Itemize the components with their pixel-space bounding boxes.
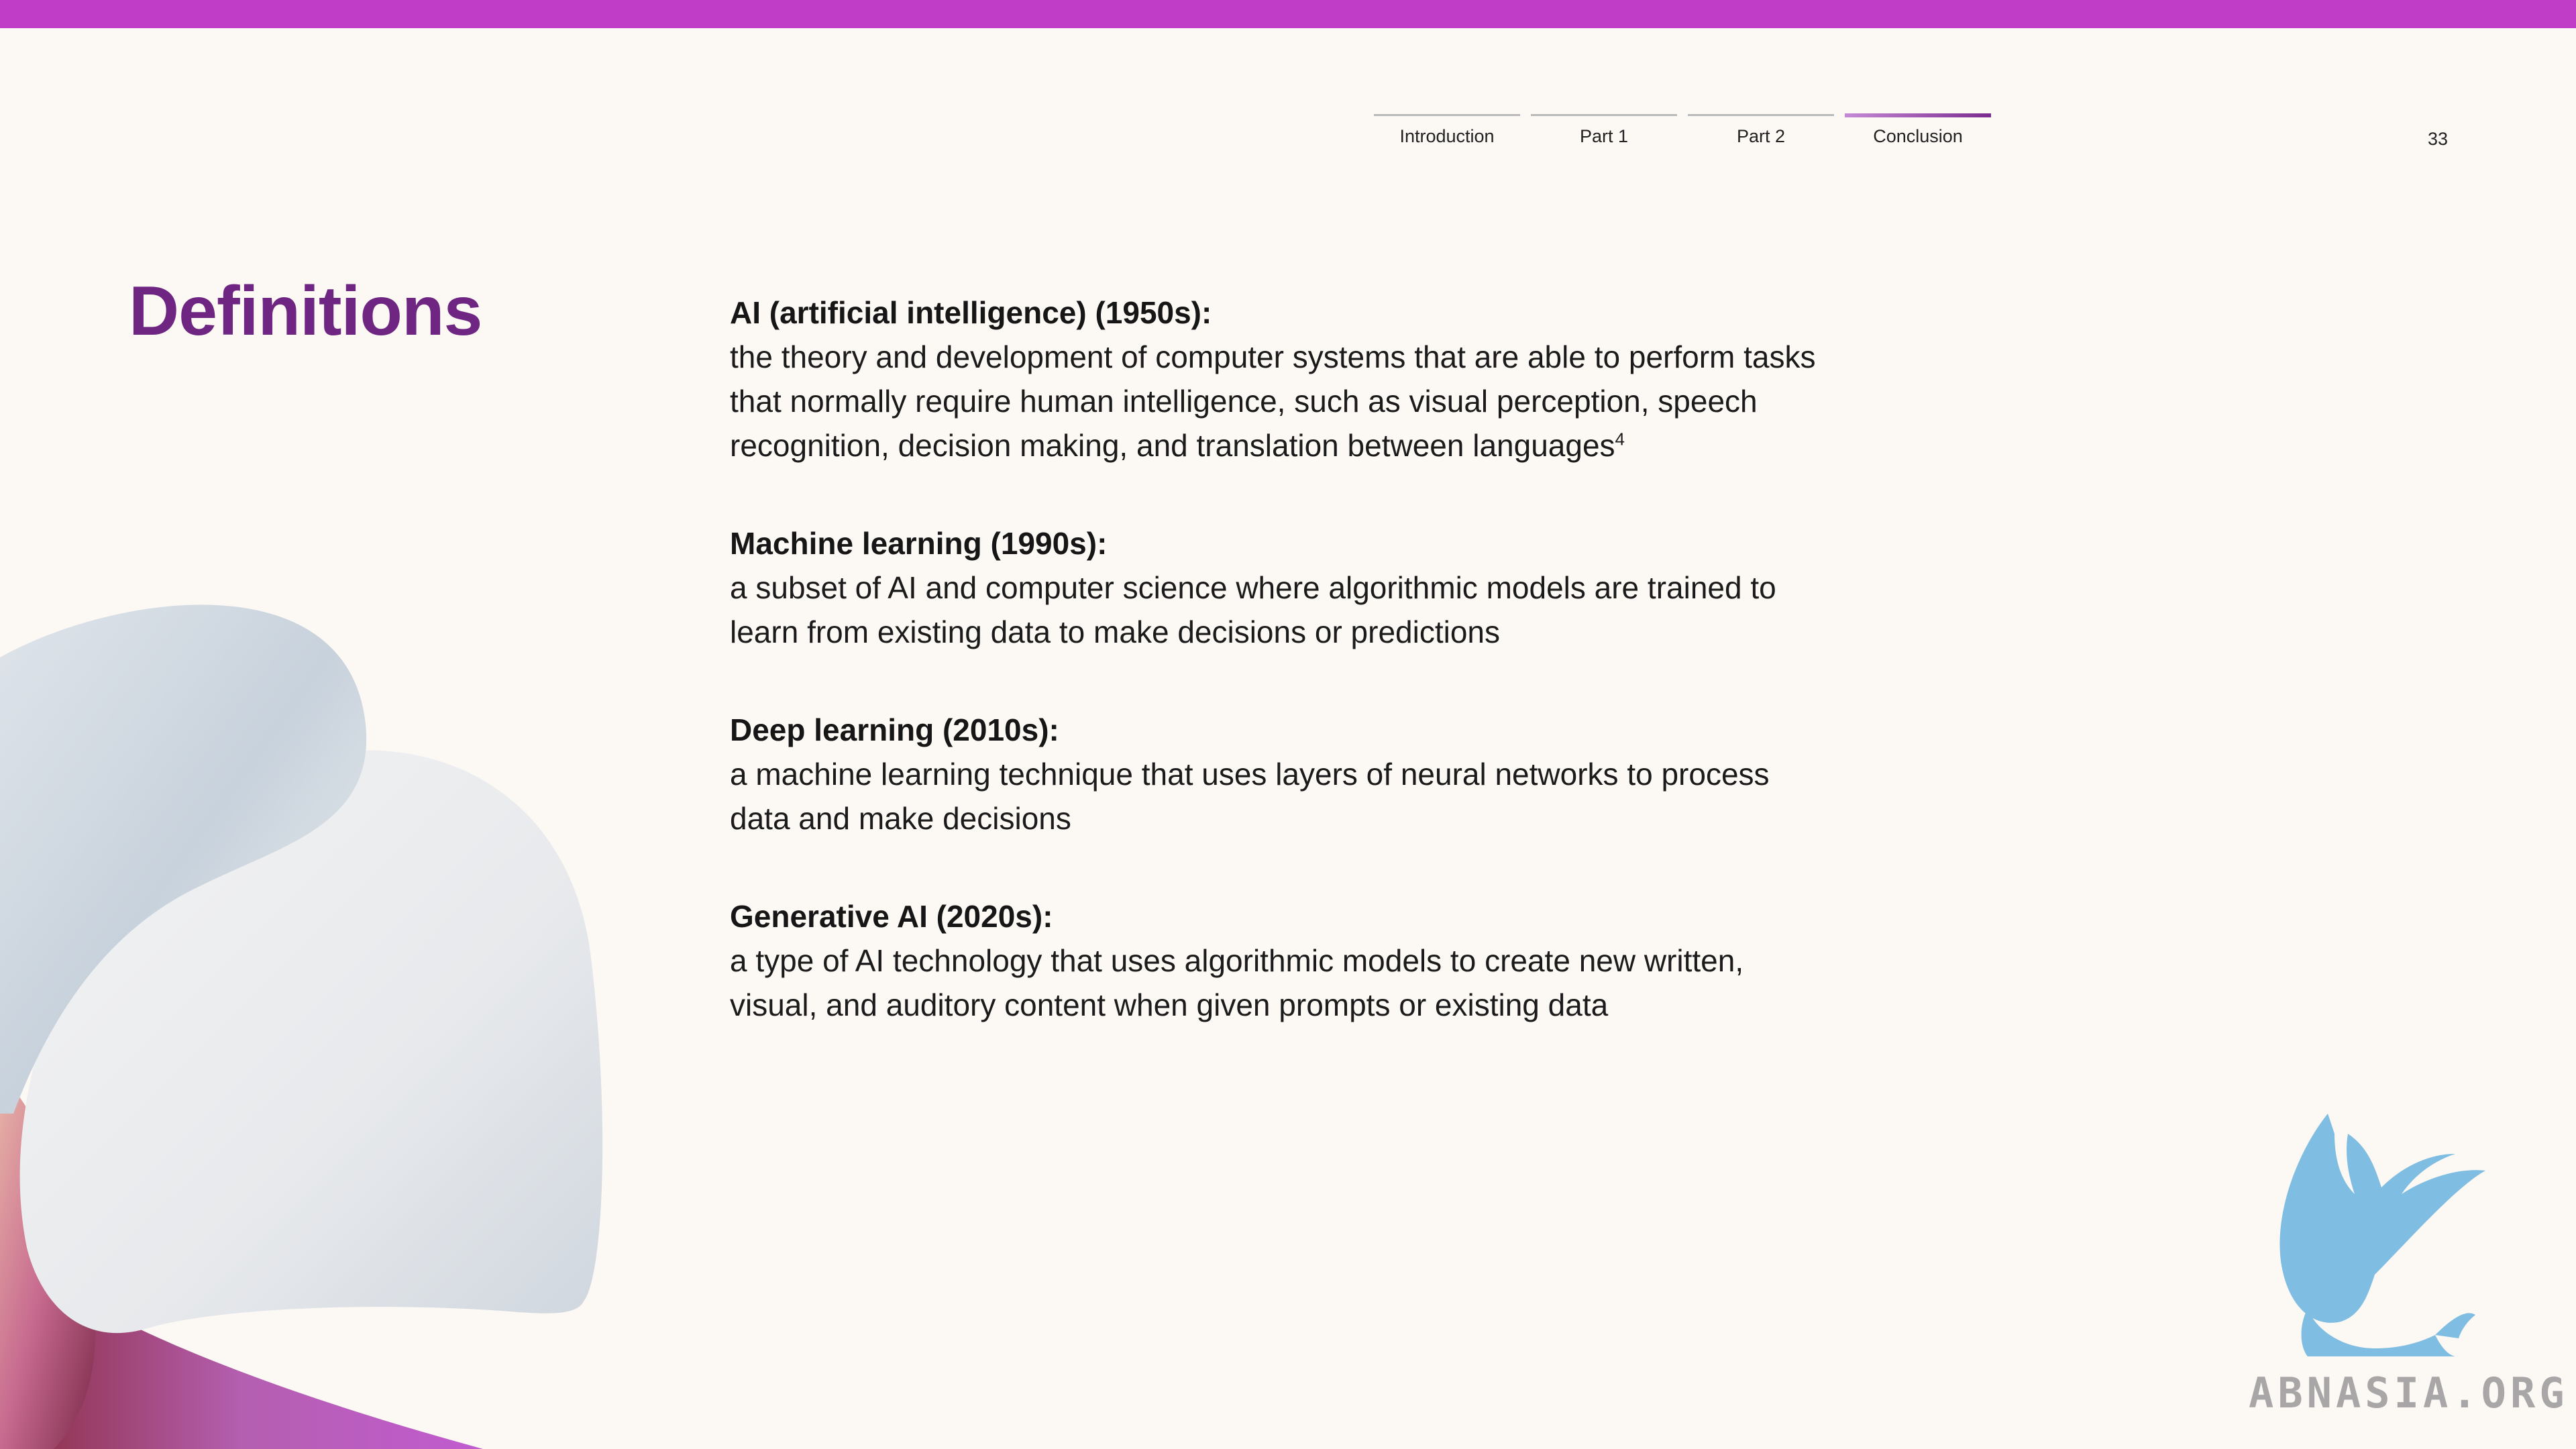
section-nav: Introduction Part 1 Part 2 Conclusion: [1374, 113, 1991, 147]
definition-term: Generative AI (2020s): [730, 899, 1043, 934]
definition-text: a subset of AI and computer science wher…: [730, 570, 1776, 649]
page-number: 33: [2427, 129, 2449, 149]
tab-part-1[interactable]: Part 1: [1531, 114, 1677, 147]
definition-item: Machine learning (1990s): a subset of AI…: [730, 521, 1870, 654]
definition-item: AI (artificial intelligence) (1950s): th…: [730, 295, 1816, 463]
decorative-shape: [0, 604, 603, 1449]
definition-text: a type of AI technology that uses algori…: [730, 943, 1744, 1022]
tab-introduction[interactable]: Introduction: [1374, 114, 1520, 147]
definition-term: Machine learning (1990s): [730, 526, 1097, 561]
top-accent-bar: [0, 0, 2576, 28]
tab-part-2[interactable]: Part 2: [1688, 114, 1834, 147]
definition-text: the theory and development of computer s…: [730, 339, 1816, 463]
tab-conclusion[interactable]: Conclusion: [1845, 113, 1991, 147]
definition-text: a machine learning technique that uses l…: [730, 757, 1770, 836]
definition-item: Generative AI (2020s): a type of AI tech…: [730, 894, 1870, 1027]
definition-term: Deep learning (2010s): [730, 712, 1049, 747]
definition-term: AI (artificial intelligence) (1950s): [730, 295, 1202, 330]
footnote-marker: 4: [1615, 429, 1625, 449]
watermark-text: ABNASIA.ORG: [2249, 1368, 2569, 1417]
definitions-list: AI (artificial intelligence) (1950s): th…: [730, 290, 1870, 1081]
definition-item: Deep learning (2010s): a machine learnin…: [730, 708, 1870, 841]
page-title: Definitions: [129, 272, 482, 350]
griffin-icon: [2279, 1114, 2485, 1356]
